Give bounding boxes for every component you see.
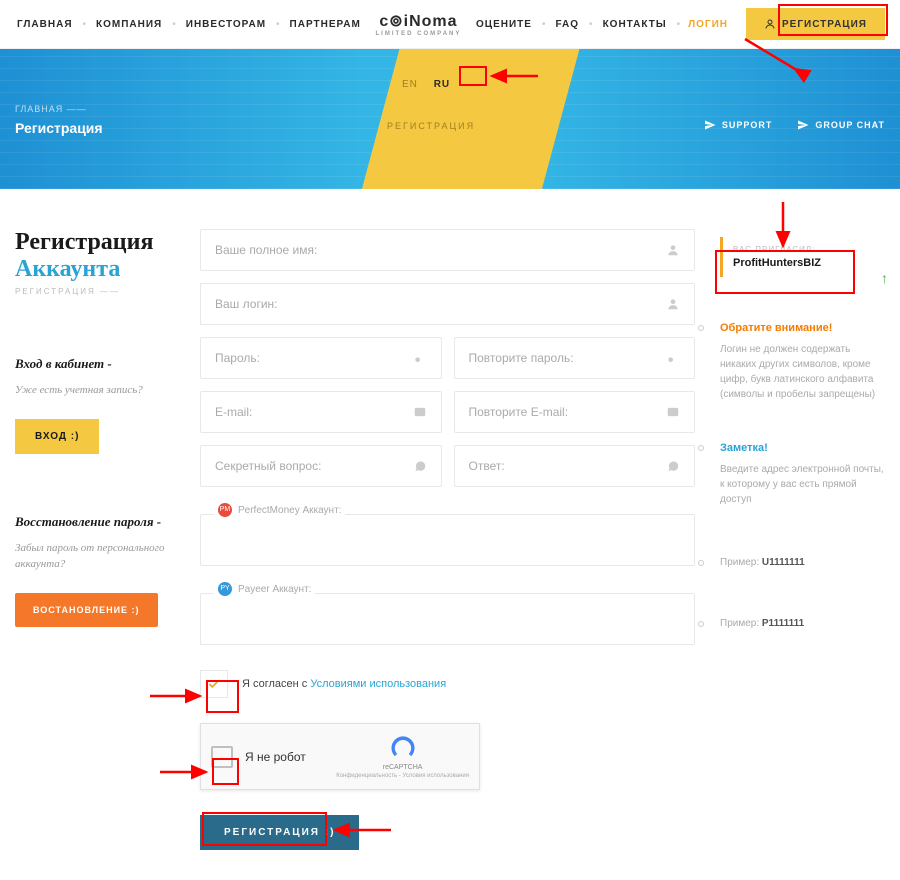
key-icon: [666, 351, 680, 365]
page-subtitle: РЕГИСТРАЦИЯ ——: [15, 287, 180, 296]
support-link[interactable]: SUPPORT: [704, 119, 773, 131]
pm-icon: PM: [218, 503, 232, 517]
note-login: Обратите внимание! Логин не должен содер…: [720, 322, 885, 402]
user-icon: [666, 297, 680, 311]
recaptcha-checkbox[interactable]: [211, 746, 233, 768]
login-button[interactable]: ВХОД :): [15, 419, 99, 454]
terms-link[interactable]: Условиями использования: [310, 678, 446, 690]
logo-subtitle: LIMITED COMPANY: [363, 31, 474, 37]
nav-contacts[interactable]: КОНТАКТЫ: [601, 15, 669, 34]
pm-field[interactable]: [200, 514, 695, 566]
login-field[interactable]: [200, 283, 695, 325]
top-nav: ГЛАВНАЯ• КОМПАНИЯ• ИНВЕСТОРАМ• ПАРТНЕРАМ…: [0, 0, 900, 49]
hero-title: Регистрация: [15, 120, 103, 136]
referrer-box: ВАС ПРИГЛАСИЛ: ProfitHuntersBIZ: [720, 237, 885, 277]
answer-input[interactable]: [469, 459, 667, 473]
example-pm: Пример: U1111111: [720, 557, 885, 568]
payeer-field[interactable]: [200, 593, 695, 645]
nav-company[interactable]: КОМПАНИЯ: [94, 15, 164, 34]
hero-banner: ГЛАВНАЯ —— Регистрация EN RU РЕГИСТРАЦИЯ…: [0, 49, 900, 189]
register-button-label: РЕГИСТРАЦИЯ: [782, 19, 867, 30]
secret-input[interactable]: [215, 459, 413, 473]
login-desc: Уже есть учетная запись?: [15, 382, 180, 399]
logo[interactable]: c⊚iNoma LIMITED COMPANY: [363, 11, 474, 37]
check-icon: [207, 677, 221, 691]
login-link[interactable]: ЛОГИН: [688, 19, 728, 30]
secret-field[interactable]: [200, 445, 442, 487]
note1-text: Логин не должен содержать никаких других…: [720, 342, 885, 402]
password-input[interactable]: [215, 351, 413, 365]
password-field[interactable]: [200, 337, 442, 379]
page-title-1: Регистрация: [15, 229, 180, 256]
send-icon: [704, 119, 716, 131]
logo-text: c⊚iNoma: [363, 11, 474, 31]
recaptcha-label: Я не робот: [245, 750, 336, 764]
key-icon: [413, 351, 427, 365]
email-input[interactable]: [215, 405, 413, 419]
page-title-2: Аккаунта: [15, 256, 180, 283]
lang-en[interactable]: EN: [396, 77, 424, 92]
payeer-input[interactable]: [215, 612, 680, 626]
pm-label: PMPerfectMoney Аккаунт:: [214, 503, 345, 517]
register-button[interactable]: РЕГИСТРАЦИЯ: [746, 8, 885, 40]
payeer-icon: PY: [218, 582, 232, 596]
chat-icon: [666, 459, 680, 473]
login-input[interactable]: [215, 297, 666, 311]
language-switch: EN RU: [396, 79, 456, 90]
recaptcha: Я не робот reCAPTCHA Конфиденциальность …: [200, 723, 480, 790]
login-heading: Вход в кабинет -: [15, 356, 180, 372]
agree-label: Я согласен с Условиями использования: [242, 678, 446, 690]
recover-button[interactable]: ВОСТАНОВЛЕНИЕ :): [15, 593, 158, 627]
note-email: Заметка! Введите адрес электронной почты…: [720, 442, 885, 507]
send-icon: [797, 119, 809, 131]
referrer-name: ProfitHuntersBIZ: [733, 257, 875, 269]
pm-input[interactable]: [215, 533, 680, 547]
recaptcha-logo: reCAPTCHA Конфиденциальность - Условия и…: [336, 734, 469, 779]
referrer-label: ВАС ПРИГЛАСИЛ:: [733, 245, 875, 254]
email2-field[interactable]: [454, 391, 696, 433]
chat-icon: [413, 459, 427, 473]
group-chat-link[interactable]: GROUP CHAT: [797, 119, 885, 131]
example-payeer: Пример: P1111111: [720, 618, 885, 629]
password2-field[interactable]: [454, 337, 696, 379]
nav-rate[interactable]: ОЦЕНИТЕ: [474, 15, 534, 34]
answer-field[interactable]: [454, 445, 696, 487]
email-field[interactable]: [200, 391, 442, 433]
note1-title: Обратите внимание!: [720, 322, 885, 334]
user-icon: [764, 18, 776, 30]
agree-checkbox[interactable]: [200, 670, 228, 698]
recaptcha-icon: [389, 734, 417, 762]
fullname-field[interactable]: [200, 229, 695, 271]
password2-input[interactable]: [469, 351, 667, 365]
nav-home[interactable]: ГЛАВНАЯ: [15, 15, 75, 34]
note2-text: Введите адрес электронной почты, к котор…: [720, 462, 885, 507]
note2-title: Заметка!: [720, 442, 885, 454]
breadcrumb[interactable]: ГЛАВНАЯ ——: [15, 104, 103, 114]
nav-partners[interactable]: ПАРТНЕРАМ: [288, 15, 363, 34]
payeer-label: PYPayeer Аккаунт:: [214, 582, 315, 596]
recover-heading: Восстановление пароля -: [15, 514, 180, 530]
mail-icon: [666, 405, 680, 419]
nav-faq[interactable]: FAQ: [553, 15, 581, 34]
email2-input[interactable]: [469, 405, 667, 419]
lang-ru[interactable]: RU: [428, 77, 456, 92]
mail-icon: [413, 405, 427, 419]
fullname-input[interactable]: [215, 243, 666, 257]
nav-investors[interactable]: ИНВЕСТОРАМ: [184, 15, 268, 34]
recover-desc: Забыл пароль от персонального аккаунта?: [15, 540, 180, 573]
submit-button[interactable]: РЕГИСТРАЦИЯ :): [200, 815, 359, 850]
hero-register-label: РЕГИСТРАЦИЯ: [387, 121, 475, 131]
user-icon: [666, 243, 680, 257]
